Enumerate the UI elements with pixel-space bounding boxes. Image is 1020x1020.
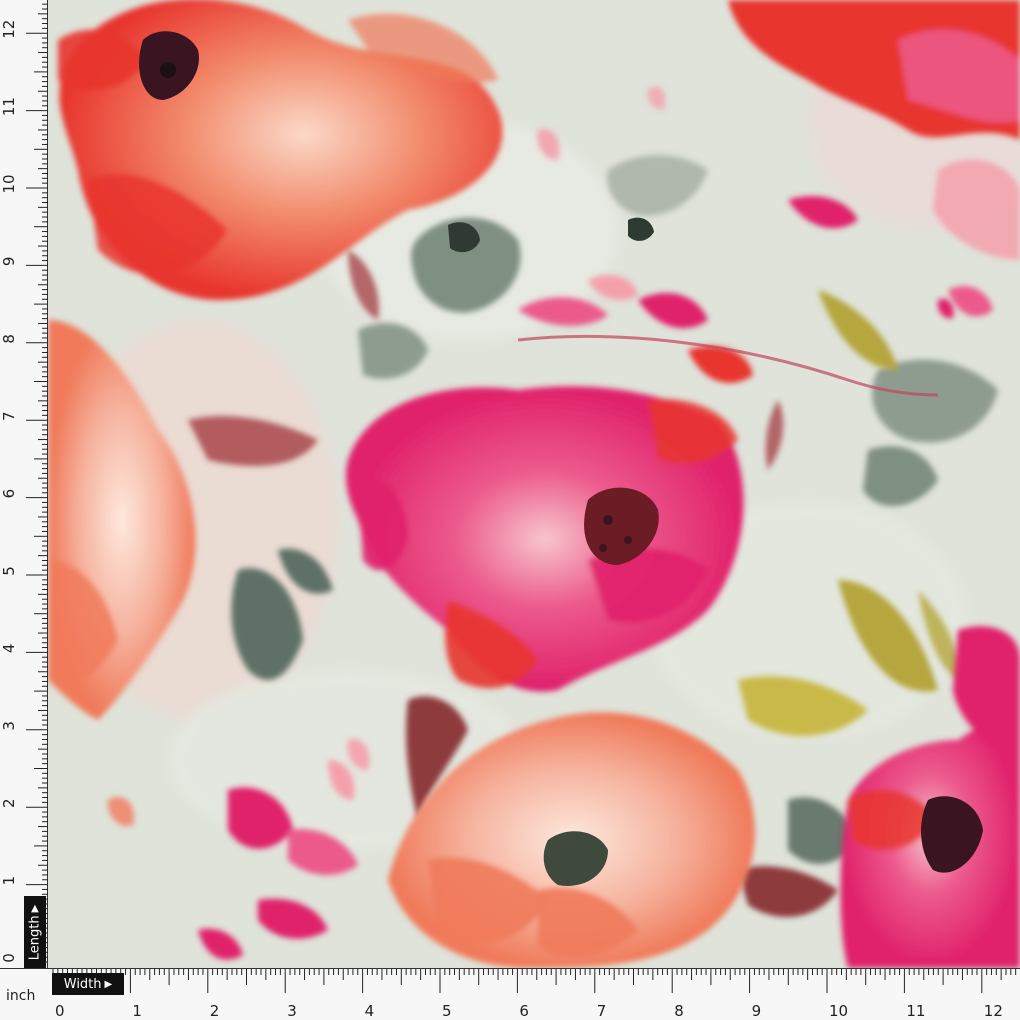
- width-tick-label: 7: [597, 1002, 607, 1020]
- length-tag: Length ▶: [24, 896, 46, 968]
- length-label: Length: [27, 914, 43, 960]
- length-tick-label: 10: [0, 174, 18, 193]
- width-tick-label: 11: [906, 1002, 925, 1020]
- width-tick-label: 5: [442, 1002, 452, 1020]
- width-tick-label: 3: [287, 1002, 297, 1020]
- width-tick-label: 10: [829, 1002, 848, 1020]
- length-tick-label: 8: [0, 334, 18, 344]
- width-tag: Width ▶: [52, 973, 124, 995]
- arrow-right-icon: ▶: [29, 904, 41, 912]
- length-tick-label: 11: [0, 97, 18, 116]
- width-tick-label: 2: [210, 1002, 220, 1020]
- width-tick-label: 6: [519, 1002, 529, 1020]
- width-tick-label: 9: [752, 1002, 762, 1020]
- width-tick-label: 8: [674, 1002, 684, 1020]
- length-tick-label: 2: [0, 798, 18, 808]
- length-tick-label: 5: [0, 566, 18, 576]
- width-tick-label: 12: [984, 1002, 1003, 1020]
- width-tick-label: 0: [55, 1002, 65, 1020]
- length-tick-label: 4: [0, 644, 18, 654]
- floral-print-image: [48, 0, 1020, 968]
- length-tick-label: 1: [0, 876, 18, 886]
- length-tick-label: 9: [0, 257, 18, 267]
- width-ruler: 0 1 2 3 4 5 6 7 8 9 10 11 12: [0, 968, 1020, 1020]
- length-tick-label: 3: [0, 721, 18, 731]
- width-label: Width: [63, 976, 102, 992]
- length-tick-label: 6: [0, 489, 18, 499]
- fabric-swatch-view: 0 1 2 3 4 5 6 7 8 9 10 11 12 0 1 2 3 4 5 6 7 8 9 10 11 12 Length…: [0, 0, 1020, 1020]
- arrow-right-icon: ▶: [104, 978, 113, 990]
- length-tick-label: 12: [0, 20, 18, 39]
- width-tick-label: 1: [132, 1002, 142, 1020]
- length-ruler: 0 1 2 3 4 5 6 7 8 9 10 11 12: [0, 0, 48, 968]
- length-tick-label: 7: [0, 411, 18, 421]
- unit-label: inch: [6, 988, 36, 1004]
- length-tick-label: 0: [0, 953, 18, 963]
- width-tick-label: 4: [365, 1002, 375, 1020]
